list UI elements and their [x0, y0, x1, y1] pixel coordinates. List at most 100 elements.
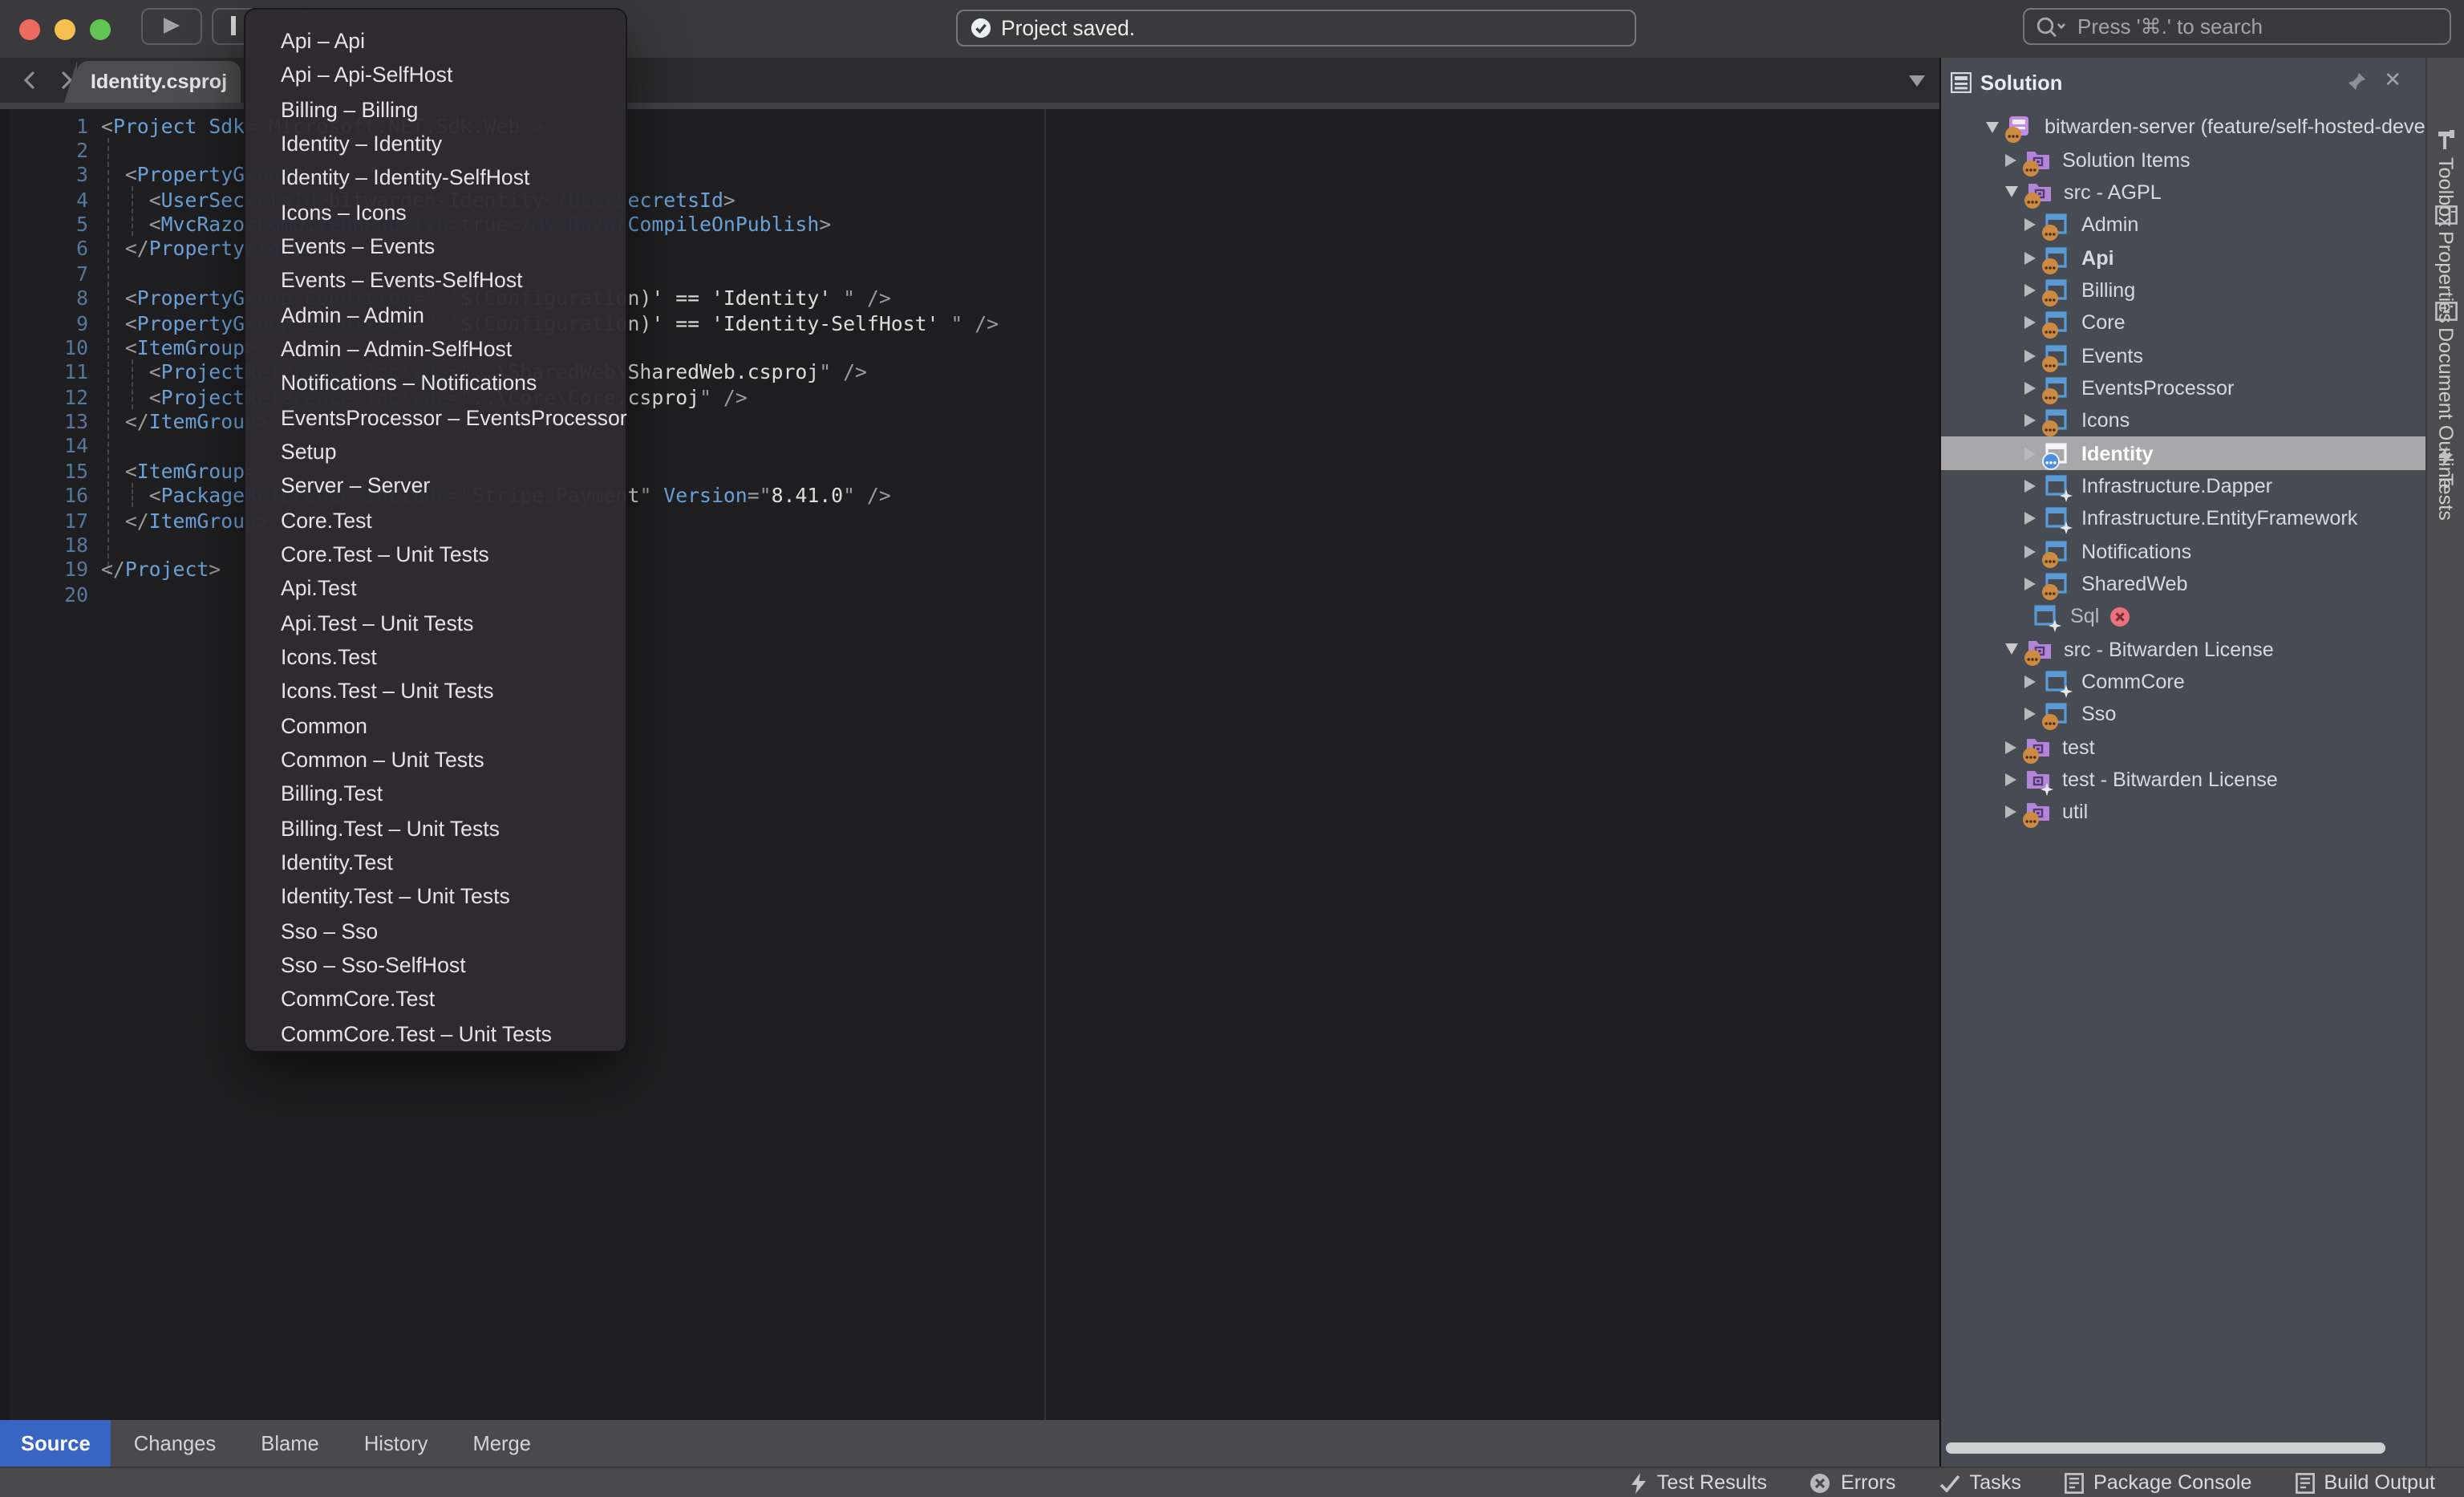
tree-row-commcore[interactable]: CommCore — [1940, 666, 2426, 699]
close-window-button[interactable] — [19, 19, 40, 40]
menu-item[interactable]: Events – Events-SelfHost — [245, 264, 626, 298]
tree-row-eventsprocessor[interactable]: EventsProcessor — [1940, 372, 2426, 405]
menu-item[interactable]: Icons.Test — [245, 640, 626, 675]
status-item-test-results[interactable]: Test Results — [1630, 1471, 1767, 1494]
expander-right-icon[interactable] — [2004, 740, 2016, 753]
menu-item[interactable]: Identity – Identity — [245, 127, 626, 161]
tree-row-sql[interactable]: Sql — [1940, 600, 2426, 633]
expander-right-icon[interactable] — [2024, 284, 2035, 297]
menu-item[interactable]: CommCore.Test — [245, 982, 626, 1016]
menu-item[interactable]: Billing – Billing — [245, 92, 626, 127]
run-button[interactable] — [141, 8, 202, 45]
tree-row-infrastructure.dapper[interactable]: Infrastructure.Dapper — [1940, 470, 2426, 503]
status-item-errors[interactable]: Errors — [1810, 1471, 1896, 1494]
close-icon[interactable]: ✕ — [2384, 67, 2401, 93]
search-input[interactable]: Press '⌘.' to search — [2023, 8, 2451, 45]
expander-down-icon[interactable] — [2004, 643, 2017, 655]
menu-item[interactable]: Sso – Sso — [245, 914, 626, 948]
tree-row-billing[interactable]: Billing — [1940, 274, 2426, 306]
menu-item[interactable]: Core.Test — [245, 503, 626, 538]
tree-row-identity[interactable]: Identity — [1940, 437, 2426, 470]
project-icon — [2045, 442, 2069, 465]
tree-row-events[interactable]: Events — [1940, 339, 2426, 372]
zoom-window-button[interactable] — [90, 19, 111, 40]
tree-row-infrastructure.entityframework[interactable]: Infrastructure.EntityFramework — [1940, 502, 2426, 535]
horizontal-scrollbar[interactable] — [1946, 1442, 2385, 1454]
menu-item[interactable]: Api – Api-SelfHost — [245, 59, 626, 93]
menu-item[interactable]: Admin – Admin-SelfHost — [245, 332, 626, 367]
tab-identity-csproj[interactable]: Identity.csproj — [77, 61, 241, 103]
menu-item[interactable]: Core.Test – Unit Tests — [245, 538, 626, 572]
tree-row-test[interactable]: test — [1940, 731, 2426, 764]
tree-row-sharedweb[interactable]: SharedWeb — [1940, 568, 2426, 601]
lightning-icon — [1630, 1472, 1647, 1493]
menu-item[interactable]: Api.Test – Unit Tests — [245, 606, 626, 640]
menu-item[interactable]: Server – Server — [245, 469, 626, 504]
expander-right-icon[interactable] — [2024, 480, 2035, 493]
expander-right-icon[interactable] — [2024, 218, 2035, 231]
dock-tab-tests[interactable]: Tests — [2427, 446, 2464, 521]
expander-right-icon[interactable] — [2004, 806, 2016, 819]
solution-pad-title: Solution — [1980, 70, 2062, 94]
expander-right-icon[interactable] — [2024, 578, 2035, 590]
status-item-tasks[interactable]: Tasks — [1939, 1471, 2021, 1494]
expander-right-icon[interactable] — [2024, 447, 2035, 460]
pin-icon[interactable] — [2347, 71, 2368, 91]
tree-row-test[interactable]: test - Bitwarden License — [1940, 764, 2426, 797]
tree-row-bitwarden-server[interactable]: bitwarden-server (feature/self-hosted-de… — [1940, 111, 2426, 144]
menu-item[interactable]: Identity.Test — [245, 846, 626, 880]
expander-right-icon[interactable] — [2004, 153, 2016, 166]
git-tab-blame[interactable]: Blame — [238, 1420, 342, 1467]
tree-row-admin[interactable]: Admin — [1940, 209, 2426, 241]
menu-item[interactable]: Billing.Test — [245, 777, 626, 811]
git-tab-changes[interactable]: Changes — [111, 1420, 238, 1467]
menu-item[interactable]: Icons.Test – Unit Tests — [245, 674, 626, 708]
tree-row-api[interactable]: Api — [1940, 241, 2426, 274]
expander-right-icon[interactable] — [2024, 415, 2035, 428]
tree-row-notifications[interactable]: Notifications — [1940, 535, 2426, 568]
expander-down-icon[interactable] — [1985, 121, 1998, 132]
expander-right-icon[interactable] — [2024, 382, 2035, 395]
expander-right-icon[interactable] — [2024, 545, 2035, 558]
menu-item[interactable]: Sso – Sso-SelfHost — [245, 948, 626, 983]
expander-right-icon[interactable] — [2024, 316, 2035, 329]
status-item-build-output[interactable]: Build Output — [2295, 1471, 2435, 1494]
expander-right-icon[interactable] — [2024, 349, 2035, 362]
menu-item[interactable]: EventsProcessor – EventsProcessor — [245, 400, 626, 435]
tree-row-icons[interactable]: Icons — [1940, 404, 2426, 437]
menu-item[interactable]: Admin – Admin — [245, 298, 626, 332]
tree-row-util[interactable]: util — [1940, 796, 2426, 829]
git-tab-merge[interactable]: Merge — [450, 1420, 553, 1467]
menu-item[interactable]: Billing.Test – Unit Tests — [245, 811, 626, 846]
tree-row-solution[interactable]: Solution Items — [1940, 144, 2426, 176]
hammer-icon — [2434, 128, 2457, 151]
expander-right-icon[interactable] — [2024, 708, 2035, 721]
pending-changes-badge — [2041, 323, 2057, 339]
menu-item[interactable]: Identity – Identity-SelfHost — [245, 161, 626, 196]
status-item-package-console[interactable]: Package Console — [2065, 1471, 2251, 1494]
expander-right-icon[interactable] — [2024, 251, 2035, 264]
menu-item[interactable]: Notifications – Notifications — [245, 367, 626, 401]
menu-item[interactable]: Icons – Icons — [245, 195, 626, 229]
menu-item[interactable]: Api.Test — [245, 572, 626, 607]
tab-overflow-icon[interactable] — [1909, 75, 1925, 87]
menu-item[interactable]: Setup — [245, 435, 626, 469]
navigate-back-icon[interactable] — [19, 69, 42, 91]
expander-right-icon[interactable] — [2004, 773, 2016, 786]
tree-row-src[interactable]: src - Bitwarden License — [1940, 633, 2426, 666]
tree-row-core[interactable]: Core — [1940, 306, 2426, 339]
tree-row-sso[interactable]: Sso — [1940, 698, 2426, 731]
minimize-window-button[interactable] — [55, 19, 75, 40]
menu-item[interactable]: Common — [245, 708, 626, 743]
menu-item[interactable]: Events – Events — [245, 229, 626, 264]
expander-right-icon[interactable] — [2024, 675, 2035, 688]
menu-item[interactable]: Api – Api — [245, 24, 626, 59]
menu-item[interactable]: Common – Unit Tests — [245, 743, 626, 777]
tree-row-src[interactable]: src - AGPL — [1940, 176, 2426, 209]
expander-right-icon[interactable] — [2024, 513, 2035, 525]
menu-item[interactable]: CommCore.Test – Unit Tests — [245, 1016, 626, 1051]
git-tab-source[interactable]: Source — [0, 1420, 111, 1467]
git-tab-history[interactable]: History — [342, 1420, 451, 1467]
expander-down-icon[interactable] — [2004, 187, 2017, 198]
menu-item[interactable]: Identity.Test – Unit Tests — [245, 879, 626, 914]
